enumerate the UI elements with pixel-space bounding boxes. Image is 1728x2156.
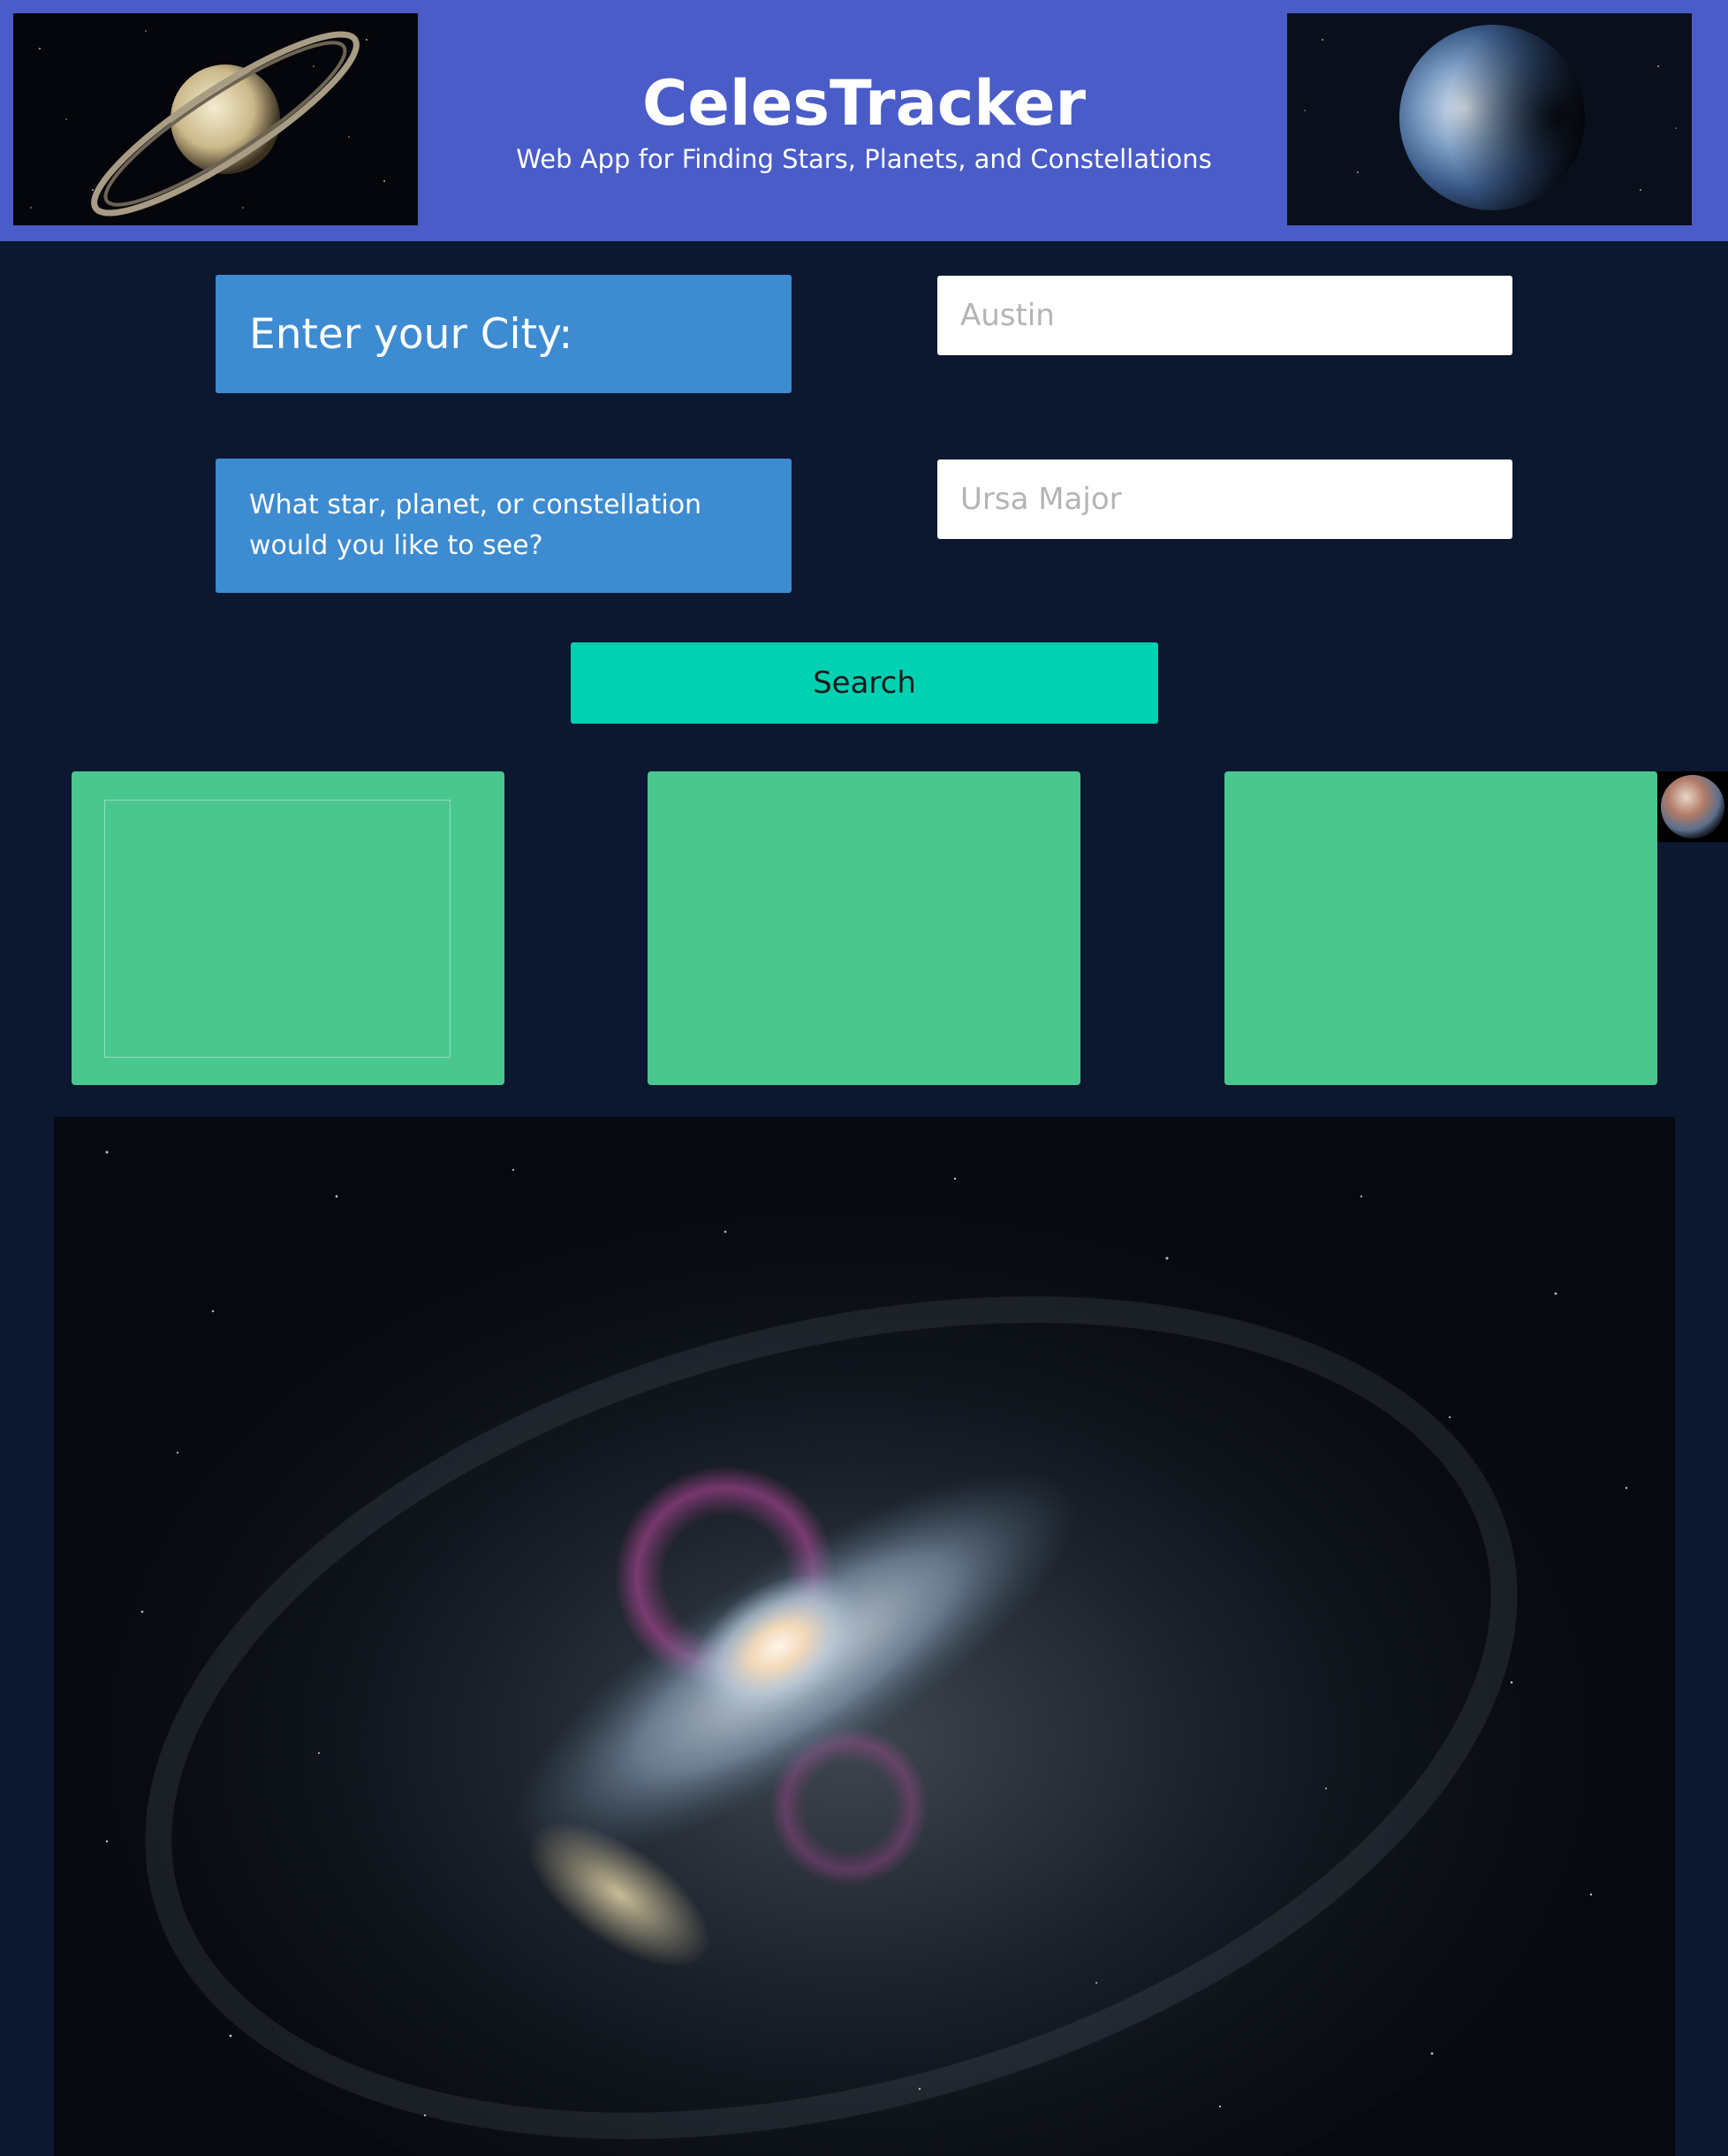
result-card-1	[72, 771, 504, 1085]
city-input[interactable]	[937, 276, 1512, 355]
app-subtitle: Web App for Finding Stars, Planets, and …	[516, 144, 1212, 174]
result-card-image-frame	[104, 800, 451, 1058]
app-title: CelesTracker	[642, 67, 1086, 140]
search-button[interactable]: Search	[571, 642, 1158, 724]
app-header: CelesTracker Web App for Finding Stars, …	[0, 0, 1728, 241]
saturn-image	[13, 13, 418, 225]
city-label: Enter your City:	[216, 275, 792, 393]
galaxy-image	[54, 1117, 1675, 2156]
object-label: What star, planet, or constellation woul…	[216, 459, 792, 593]
result-card-2	[648, 771, 1080, 1085]
earth-like-planet-image	[1287, 13, 1692, 225]
result-card-3	[1224, 771, 1657, 1085]
planet-thumbnail	[1657, 771, 1728, 842]
celestial-object-input[interactable]	[937, 459, 1512, 539]
